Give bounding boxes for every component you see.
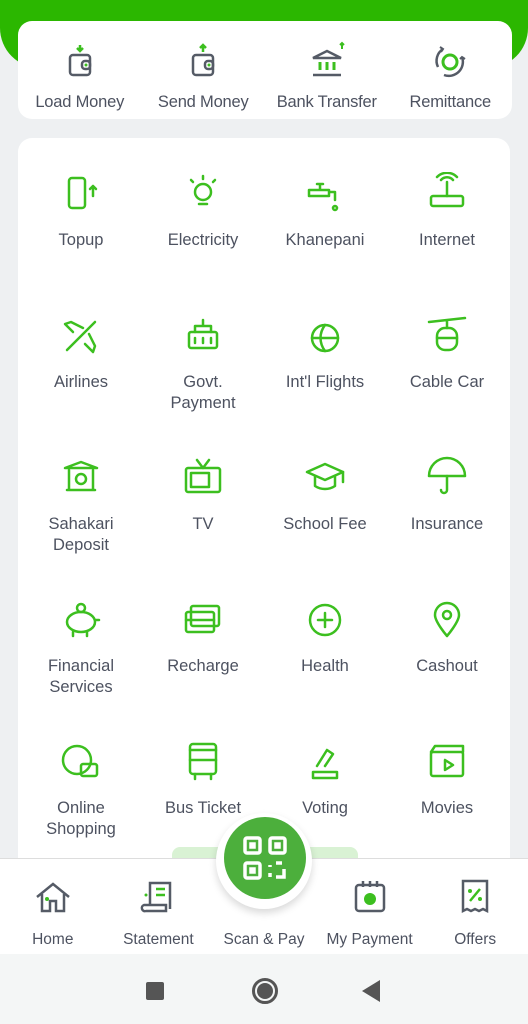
offer-icon: [461, 879, 489, 914]
service-label: Cable Car: [409, 373, 485, 391]
cable-car-icon: [427, 316, 467, 352]
nav-label: Home: [32, 931, 74, 948]
service-label: Health: [301, 657, 349, 675]
service-label: Recharge: [167, 657, 239, 675]
recents-button[interactable]: [146, 982, 164, 1000]
nav-home[interactable]: Home: [0, 859, 106, 954]
home-icon: [36, 882, 70, 913]
service-label: Cashout: [416, 657, 478, 675]
service-school-fee[interactable]: School Fee: [264, 456, 386, 598]
wallet-in-icon: [68, 45, 91, 77]
nav-label: Statement: [123, 931, 194, 948]
remittance-icon: [435, 46, 466, 78]
service-sahakari-deposit[interactable]: Sahakari Deposit: [20, 456, 142, 598]
bulb-icon: [189, 174, 217, 206]
service-cashout[interactable]: Cashout: [386, 598, 508, 740]
service-label: Govt. Payment: [170, 373, 236, 412]
location-pin-icon: [433, 601, 461, 638]
service-label: Khanepani: [285, 231, 365, 249]
service-tv[interactable]: TV: [142, 456, 264, 598]
service-cable-car[interactable]: Cable Car: [386, 314, 508, 456]
service-label: Voting: [302, 799, 348, 817]
service-electricity[interactable]: Electricity: [142, 172, 264, 314]
tap-icon: [307, 182, 339, 212]
services-card: Topup Electricity Khanepani Internet Airline…: [18, 138, 510, 878]
service-label: School Fee: [283, 515, 367, 533]
nav-my-payment[interactable]: My Payment: [317, 859, 423, 954]
service-label: Int'l Flights: [285, 373, 365, 391]
quick-action-label: Load Money: [35, 93, 125, 111]
globe-plane-icon: [310, 323, 340, 353]
cards-icon: [184, 604, 221, 634]
service-label: Insurance: [410, 515, 484, 533]
piggy-bank-icon: [65, 602, 101, 638]
cooperative-icon: [63, 460, 99, 492]
umbrella-icon: [427, 456, 467, 495]
statement-icon: [141, 881, 172, 913]
wallet-out-icon: [192, 43, 215, 77]
service-govt-payment[interactable]: Govt. Payment: [142, 314, 264, 456]
bus-icon: [188, 742, 218, 781]
nav-statement[interactable]: Statement: [106, 859, 212, 954]
plane-icon: [63, 320, 97, 354]
nav-label: Offers: [454, 931, 497, 948]
tv-icon: [184, 458, 222, 494]
quick-action-send-money[interactable]: Send Money: [142, 21, 266, 119]
service-int-l-flights[interactable]: Int'l Flights: [264, 314, 386, 456]
voting-icon: [311, 748, 339, 780]
nav-label: My Payment: [326, 931, 413, 948]
service-recharge[interactable]: Recharge: [142, 598, 264, 740]
graduation-cap-icon: [305, 462, 345, 491]
qr-code-icon: [243, 836, 287, 880]
router-icon: [429, 172, 465, 208]
calendar-icon: [354, 881, 385, 913]
service-label: Movies: [420, 799, 474, 817]
nav-offers[interactable]: Offers: [422, 859, 528, 954]
phone-icon: [67, 176, 98, 210]
service-topup[interactable]: Topup: [20, 172, 142, 314]
quick-action-label: Send Money: [157, 93, 249, 111]
quick-action-label: Bank Transfer: [276, 93, 377, 111]
nav-label: Scan & Pay: [223, 931, 305, 948]
service-khanepani[interactable]: Khanepani: [264, 172, 386, 314]
service-label: Electricity: [167, 231, 239, 249]
service-label: Airlines: [53, 373, 109, 391]
service-insurance[interactable]: Insurance: [386, 456, 508, 598]
service-airlines[interactable]: Airlines: [20, 314, 142, 456]
system-navigation-bar: [0, 954, 528, 1024]
home-system-button[interactable]: [252, 978, 278, 1004]
service-label: TV: [192, 515, 214, 533]
health-icon: [308, 603, 342, 637]
services-grid: Topup Electricity Khanepani Internet Airline…: [18, 172, 510, 882]
quick-action-remittance[interactable]: Remittance: [389, 21, 513, 119]
service-label: Sahakari Deposit: [48, 515, 114, 554]
service-label: Topup: [58, 231, 104, 249]
service-internet[interactable]: Internet: [386, 172, 508, 314]
government-icon: [187, 318, 219, 350]
bank-icon: [312, 41, 345, 77]
quick-action-label: Remittance: [409, 93, 492, 111]
quick-actions-card: Load Money Send Money Bank Transfer Remitta…: [18, 21, 512, 119]
service-label: Bus Ticket: [164, 799, 242, 817]
service-label: Online Shopping: [46, 799, 116, 838]
service-label: Financial Services: [47, 657, 115, 696]
service-health[interactable]: Health: [264, 598, 386, 740]
clapper-icon: [429, 744, 465, 778]
quick-action-bank-transfer[interactable]: Bank Transfer: [265, 21, 389, 119]
quick-action-load-money[interactable]: Load Money: [18, 21, 142, 119]
service-financial-services[interactable]: Financial Services: [20, 598, 142, 740]
scan-pay-fab[interactable]: [216, 813, 312, 909]
service-label: Internet: [419, 231, 475, 249]
shopping-icon: [61, 744, 99, 778]
back-button[interactable]: [362, 980, 380, 1002]
